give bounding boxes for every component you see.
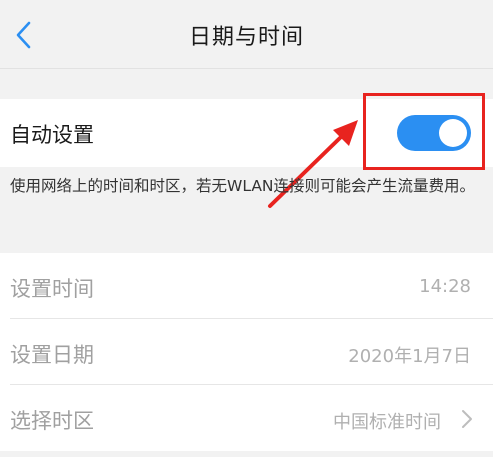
set-date-row[interactable]: 设置日期 2020年1月7日 (0, 319, 493, 385)
select-timezone-label: 选择时区 (10, 409, 94, 433)
auto-setting-description: 使用网络上的时间和时区，若无WLAN连接则可能会产生流量费用。 (10, 177, 476, 195)
select-timezone-value: 中国标准时间 (333, 412, 441, 433)
set-date-value: 2020年1月7日 (348, 346, 471, 367)
set-date-label: 设置日期 (10, 343, 94, 367)
set-time-row[interactable]: 设置时间 14:28 (0, 253, 493, 319)
select-timezone-row[interactable]: 选择时区 中国标准时间 (0, 385, 493, 451)
set-time-label: 设置时间 (10, 277, 94, 301)
set-time-value: 14:28 (419, 276, 471, 297)
chevron-right-icon (462, 410, 472, 428)
